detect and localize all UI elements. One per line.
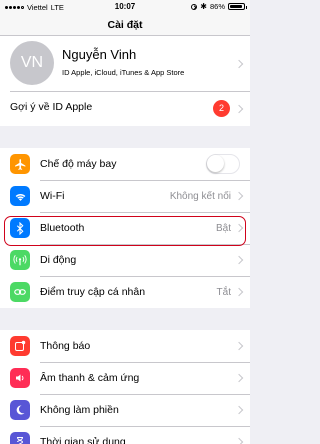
- row-label: Thời gian sử dụng: [40, 436, 126, 444]
- profile-group: VN Nguyễn Vinh ID Apple, iCloud, iTunes …: [0, 36, 250, 126]
- bluetooth-row[interactable]: Bluetooth Bật: [0, 212, 250, 244]
- do-not-disturb-row[interactable]: Không làm phiền: [0, 394, 250, 426]
- hotspot-icon: [10, 282, 30, 302]
- row-label: Bluetooth: [40, 222, 85, 234]
- sounds-icon: [10, 368, 30, 388]
- row-label: Di động: [40, 254, 77, 266]
- wifi-row[interactable]: Wi-Fi Không kết nối: [0, 180, 250, 212]
- chevron-right-icon: [234, 104, 244, 113]
- chevron-right-icon: [234, 223, 244, 233]
- moon-icon: [10, 400, 30, 420]
- status-right: ✱ 86%: [191, 2, 247, 11]
- connectivity-group: Chế độ máy bay Wi-Fi Không kết nối Bluet…: [0, 148, 250, 308]
- cellular-icon: [10, 250, 30, 270]
- chevron-right-icon: [234, 287, 244, 297]
- row-label: Chế độ máy bay: [40, 158, 117, 170]
- chevron-right-icon: [234, 437, 244, 444]
- orientation-lock-icon: [191, 3, 198, 10]
- avatar: VN: [10, 41, 54, 85]
- airplane-mode-toggle[interactable]: [206, 154, 240, 174]
- chevron-right-icon: [234, 255, 244, 265]
- status-bar: Viettel LTE 10:07 ✱ 86%: [0, 0, 250, 14]
- chevron-right-icon: [234, 341, 244, 351]
- notifications-icon: [10, 336, 30, 356]
- battery-icon: [228, 3, 247, 10]
- profile-name: Nguyễn Vinh: [62, 47, 137, 62]
- chevron-right-icon: [234, 405, 244, 415]
- chevron-right-icon: [234, 59, 244, 68]
- notifications-row[interactable]: Thông báo: [0, 330, 250, 362]
- screen-time-row[interactable]: Thời gian sử dụng: [0, 426, 250, 444]
- cellular-row[interactable]: Di động: [0, 244, 250, 276]
- screen-time-icon: [10, 432, 30, 444]
- profile-subtitle: ID Apple, iCloud, iTunes & App Store: [62, 68, 185, 77]
- notification-badge: 2: [213, 100, 230, 117]
- row-label: Không làm phiền: [40, 404, 119, 416]
- personal-hotspot-row[interactable]: Điểm truy cập cá nhân Tắt: [0, 276, 250, 308]
- chevron-right-icon: [234, 373, 244, 383]
- bluetooth-icon: [10, 218, 30, 238]
- chevron-right-icon: [234, 191, 244, 201]
- page-title: Cài đặt: [107, 19, 143, 31]
- suggestion-label: Gợi ý về ID Apple: [10, 101, 93, 113]
- bluetooth-status-icon: ✱: [200, 2, 207, 11]
- row-label: Thông báo: [40, 340, 91, 352]
- general-group: Thông báo Âm thanh & cảm ứng Không làm p…: [0, 330, 250, 444]
- hotspot-status: Tắt: [216, 286, 231, 298]
- airplane-icon: [10, 154, 30, 174]
- row-label: Wi-Fi: [40, 190, 65, 202]
- wifi-status: Không kết nối: [169, 190, 231, 202]
- airplane-mode-row: Chế độ máy bay: [0, 148, 250, 180]
- apple-id-suggestions-row[interactable]: Gợi ý về ID Apple 2: [0, 91, 250, 126]
- row-label: Âm thanh & cảm ứng: [40, 372, 140, 384]
- profile-row[interactable]: VN Nguyễn Vinh ID Apple, iCloud, iTunes …: [0, 36, 250, 91]
- battery-percent: 86%: [209, 2, 225, 11]
- row-label: Điểm truy cập cá nhân: [40, 286, 146, 298]
- bluetooth-status: Bật: [215, 222, 231, 234]
- sounds-row[interactable]: Âm thanh & cảm ứng: [0, 362, 250, 394]
- nav-bar: Cài đặt: [0, 14, 250, 36]
- avatar-initials: VN: [20, 54, 44, 71]
- wifi-icon: [10, 186, 30, 206]
